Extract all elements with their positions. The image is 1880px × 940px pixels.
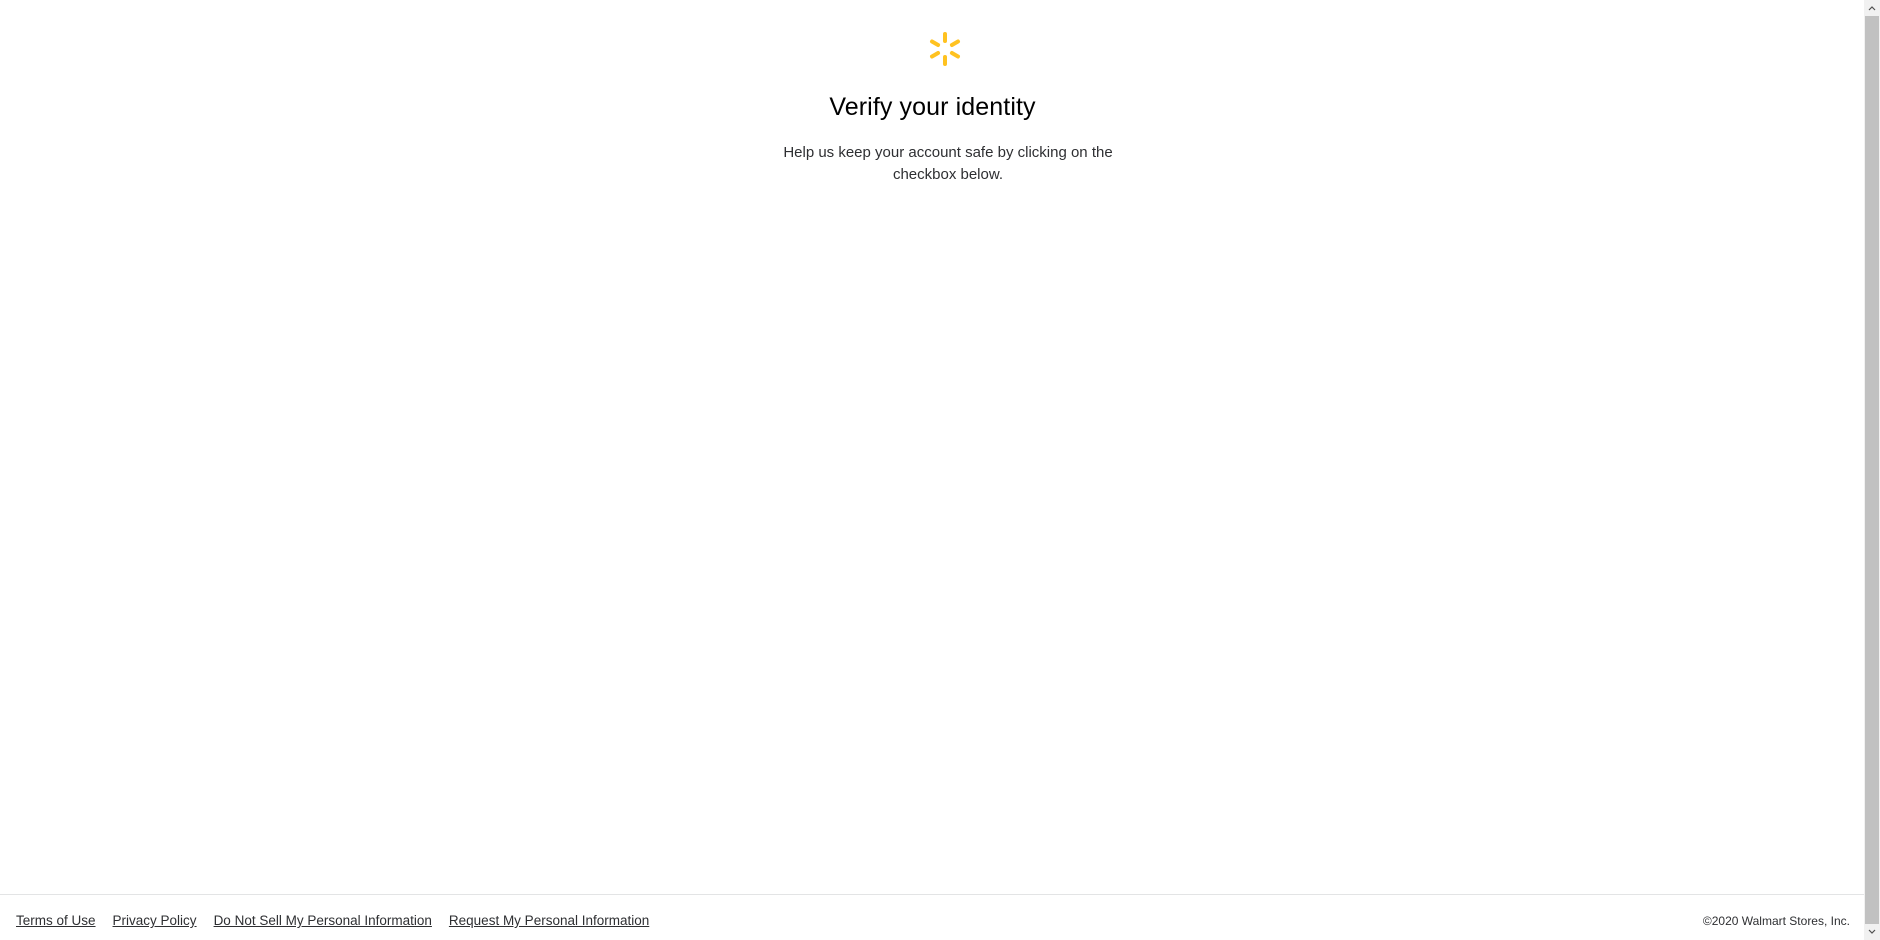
- scrollbar-thumb[interactable]: [1865, 16, 1879, 924]
- walmart-spark-icon: [930, 32, 960, 66]
- scroll-down-button[interactable]: [1864, 924, 1880, 940]
- footer-links: Terms of Use Privacy Policy Do Not Sell …: [16, 913, 666, 928]
- page-subtitle: Help us keep your account safe by clicki…: [783, 144, 1113, 183]
- page-viewport: Verify your identity Help us keep your a…: [0, 0, 1864, 940]
- privacy-policy-link[interactable]: Privacy Policy: [113, 913, 197, 928]
- scroll-up-button[interactable]: [1864, 0, 1880, 16]
- chevron-up-icon: [1868, 6, 1876, 11]
- verification-content: Verify your identity Help us keep your a…: [0, 0, 1864, 895]
- page-title: Verify your identity: [829, 93, 1036, 121]
- terms-of-use-link[interactable]: Terms of Use: [16, 913, 96, 928]
- do-not-sell-link[interactable]: Do Not Sell My Personal Information: [214, 913, 432, 928]
- chevron-down-icon: [1868, 929, 1876, 934]
- footer: Terms of Use Privacy Policy Do Not Sell …: [0, 894, 1864, 940]
- copyright-text: ©2020 Walmart Stores, Inc.: [1702, 914, 1850, 928]
- vertical-scrollbar[interactable]: [1864, 0, 1880, 940]
- captcha-container: [782, 200, 1102, 290]
- request-personal-info-link[interactable]: Request My Personal Information: [449, 913, 649, 928]
